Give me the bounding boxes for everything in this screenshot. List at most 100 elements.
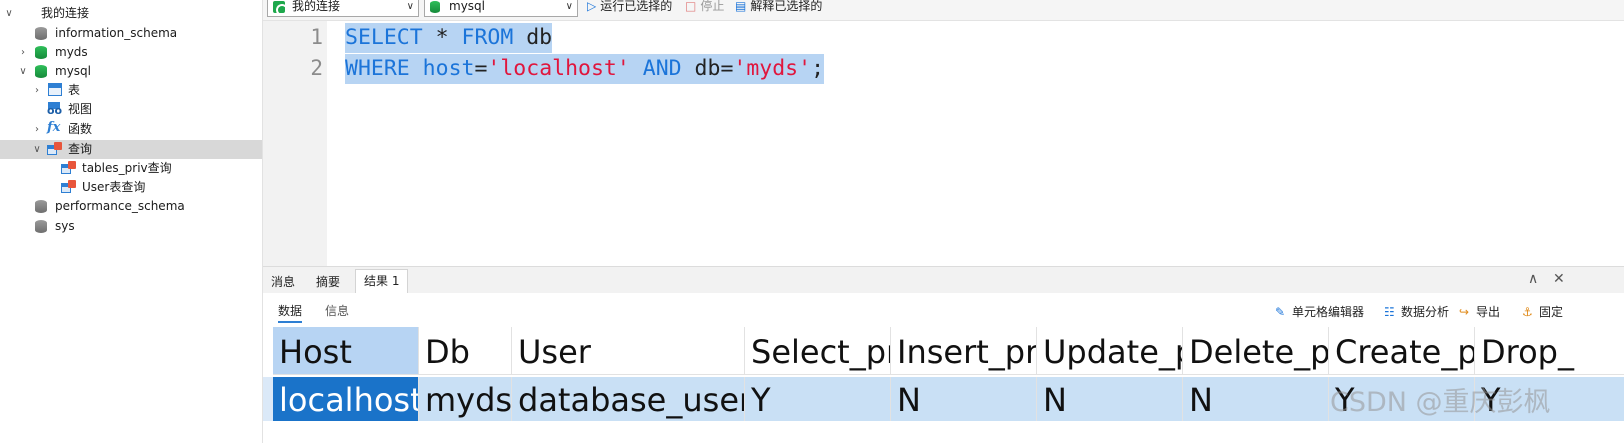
tree-item-label: performance_schema	[55, 199, 185, 213]
tree-item-sys[interactable]: sys	[0, 217, 262, 236]
chevron-right-icon[interactable]: ›	[17, 43, 29, 62]
database-icon	[430, 1, 440, 13]
tree-item-label: 我的连接	[41, 6, 90, 20]
explain-selected-button[interactable]: ▤ 解释已选择的	[735, 0, 822, 14]
tree-item-mysql[interactable]: ∨ mysql	[0, 62, 262, 81]
tree-item-connection[interactable]: ∨ 我的连接	[0, 4, 262, 23]
sql-keyword: SELECT	[345, 25, 423, 50]
database-icon	[35, 46, 47, 59]
sql-string: 'localhost'	[487, 56, 630, 81]
tree-item-label: tables_priv查询	[82, 161, 172, 175]
navigation-tree: ∨ 我的连接 information_schema › myds ∨ mysql…	[0, 0, 263, 443]
tree-item-tables[interactable]: › 表	[0, 81, 262, 100]
play-icon: ▷	[587, 0, 597, 13]
tree-item-label: myds	[55, 45, 88, 59]
column-header-db[interactable]: Db	[419, 327, 512, 375]
column-header-user[interactable]: User	[512, 327, 745, 375]
explain-icon: ▤	[735, 0, 747, 13]
chevron-down-icon[interactable]: ∨	[31, 140, 43, 159]
export-icon: ↪	[1459, 305, 1470, 319]
database-select-value: mysql	[449, 0, 485, 13]
connection-select-value: 我的连接	[292, 0, 341, 13]
sql-identifier: host	[409, 56, 475, 81]
table-cell-db[interactable]: myds	[419, 377, 512, 421]
database-icon	[35, 65, 47, 78]
sql-identifier: db	[513, 25, 553, 50]
pin-icon: ⚓	[1522, 305, 1533, 319]
export-button[interactable]: ↪ 导出	[1459, 303, 1500, 320]
tree-item-query-tables-priv[interactable]: tables_priv查询	[0, 159, 262, 178]
result-sub-tabs: 数据 信息 ✎ 单元格编辑器 ☷ 数据分析 ↪ 导出 ⚓ 固定	[263, 293, 1624, 327]
export-label: 导出	[1476, 305, 1501, 319]
database-icon	[35, 27, 47, 40]
sql-identifier: db	[681, 56, 721, 81]
tree-item-information-schema[interactable]: information_schema	[0, 24, 262, 43]
sql-operator: =	[720, 56, 734, 81]
table-cell-select-priv[interactable]: Y	[745, 377, 891, 421]
row-marker[interactable]	[263, 377, 273, 421]
database-icon	[35, 200, 47, 213]
column-header-insert-priv[interactable]: Insert_pr	[891, 327, 1037, 375]
tab-result-1[interactable]: 结果 1	[355, 269, 409, 294]
tree-item-queries[interactable]: ∨ 查询	[0, 140, 262, 159]
result-panel-tabs: 消息 摘要 结果 1 ∧ ✕	[263, 266, 1624, 294]
tab-messages[interactable]: 消息	[263, 271, 303, 293]
sql-keyword: WHERE	[345, 56, 410, 81]
tab-summary[interactable]: 摘要	[308, 271, 348, 293]
tree-item-label: 表	[68, 83, 81, 97]
cell-editor-button[interactable]: ✎ 单元格编辑器	[1275, 303, 1364, 320]
column-header-delete-priv[interactable]: Delete_p	[1183, 327, 1329, 375]
tree-item-label: information_schema	[55, 26, 178, 40]
function-icon: fx	[47, 120, 61, 135]
run-selected-label: 运行已选择的	[600, 0, 673, 13]
chevron-down-icon[interactable]: ∨	[17, 62, 29, 81]
tree-item-myds[interactable]: › myds	[0, 43, 262, 62]
collapse-panel-icon[interactable]: ∧	[1528, 271, 1538, 287]
database-select[interactable]: mysql ∨	[424, 0, 578, 17]
connection-select[interactable]: 我的连接 ∨	[267, 0, 419, 17]
analysis-icon: ☷	[1384, 305, 1395, 319]
sql-string: 'myds'	[733, 56, 812, 81]
tree-item-query-user[interactable]: User表查询	[0, 178, 262, 197]
tab-data[interactable]: 数据	[278, 302, 303, 323]
tree-item-views[interactable]: 视图	[0, 100, 262, 119]
code-line-2[interactable]: WHERE host='localhost' AND db='myds';	[345, 54, 825, 84]
table-cell-user[interactable]: database_user	[512, 377, 745, 421]
column-header-update-priv[interactable]: Update_p	[1037, 327, 1183, 375]
table-cell-host[interactable]: localhost	[273, 377, 419, 421]
column-header-host[interactable]: Host	[273, 327, 419, 375]
chevron-down-icon[interactable]: ∨	[3, 4, 15, 23]
chevron-right-icon[interactable]: ›	[31, 120, 43, 139]
sql-editor[interactable]: 1 2 SELECT * FROM db WHERE host='localho…	[263, 21, 1624, 266]
tab-info[interactable]: 信息	[325, 302, 349, 319]
column-header-drop-priv[interactable]: Drop_	[1475, 327, 1624, 375]
query-toolbar: 我的连接 ∨ mysql ∨ ▷ 运行已选择的 □ 停止 ▤ 解释已选择的	[263, 0, 1624, 21]
sql-keyword: AND	[629, 56, 682, 81]
data-analysis-button[interactable]: ☷ 数据分析	[1384, 303, 1449, 320]
column-header-create-priv[interactable]: Create_p	[1329, 327, 1475, 375]
table-cell-delete-priv[interactable]: N	[1183, 377, 1329, 421]
column-header-select-priv[interactable]: Select_pr	[745, 327, 891, 375]
watermark: CSDN @重庆彭枫	[1330, 387, 1551, 418]
stop-label: 停止	[700, 0, 725, 13]
code-line-1[interactable]: SELECT * FROM db	[345, 23, 553, 53]
run-selected-button[interactable]: ▷ 运行已选择的	[587, 0, 672, 14]
chevron-right-icon[interactable]: ›	[31, 81, 43, 100]
table-cell-insert-priv[interactable]: N	[891, 377, 1037, 421]
sql-keyword: FROM	[461, 25, 514, 50]
sql-operator: =	[474, 56, 488, 81]
close-icon[interactable]: ✕	[1553, 271, 1565, 287]
chevron-down-icon: ∨	[565, 1, 573, 12]
tree-item-functions[interactable]: › fx 函数	[0, 120, 262, 139]
tree-item-label: 查询	[68, 142, 93, 156]
sql-operator: *	[422, 25, 462, 50]
line-number: 2	[310, 56, 323, 80]
tree-item-performance-schema[interactable]: performance_schema	[0, 197, 262, 216]
cell-editor-label: 单元格编辑器	[1292, 305, 1365, 319]
edit-icon: ✎	[1275, 305, 1286, 319]
stop-button[interactable]: □ 停止	[685, 0, 724, 14]
pin-button[interactable]: ⚓ 固定	[1522, 303, 1563, 320]
tree-item-label: sys	[55, 219, 75, 233]
table-cell-update-priv[interactable]: N	[1037, 377, 1183, 421]
connection-icon	[273, 1, 288, 16]
